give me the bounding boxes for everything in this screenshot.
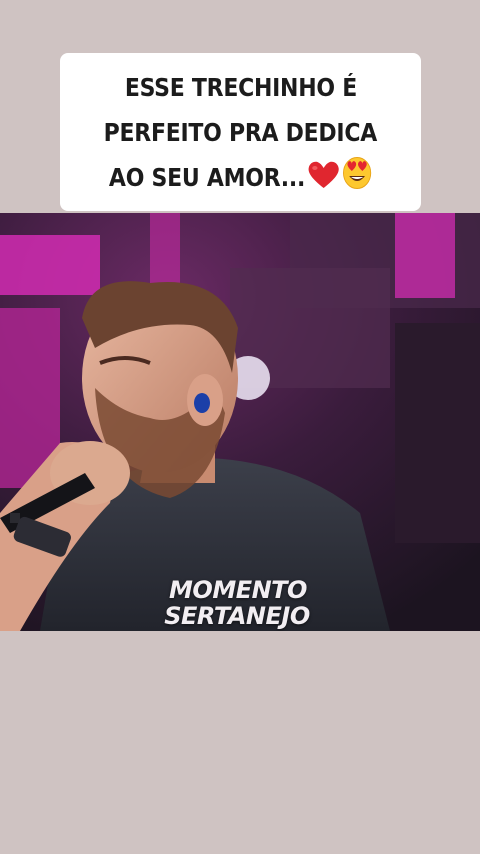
caption-line-2: PERFEITO PRA DEDICA [103,117,378,147]
concert-video-image [0,213,480,631]
watermark-line-2: SERTANEJO [164,602,310,630]
caption-line-3: AO SEU AMOR... [109,155,372,204]
caption-line-1: ESSE TRECHINHO É [124,72,357,102]
video-frame[interactable]: MOMENTO SERTANEJO [0,213,480,631]
red-heart-icon [307,159,340,204]
watermark-line-1: MOMENTO [169,576,307,604]
caption-line-3-text: AO SEU AMOR... [108,162,306,192]
bottom-empty-area [0,631,480,854]
heart-eyes-face-icon [342,156,372,204]
caption-card: ESSE TRECHINHO É PERFEITO PRA DEDICA AO … [60,53,421,211]
